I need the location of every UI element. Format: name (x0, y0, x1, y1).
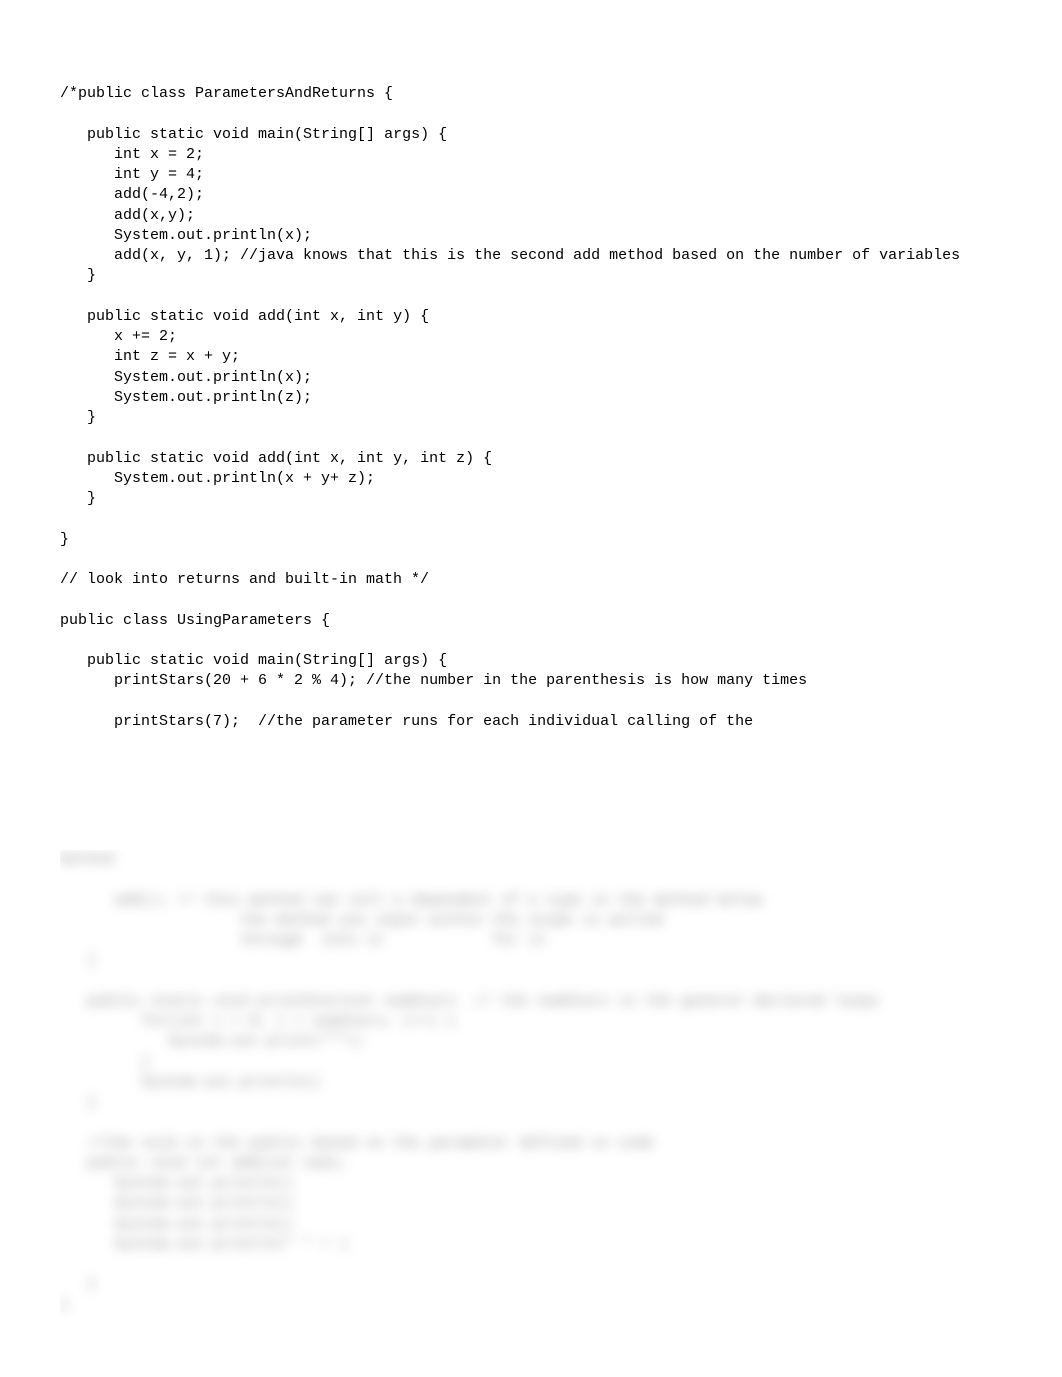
code-block-visible: /*public class ParametersAndReturns { pu… (60, 84, 1002, 732)
code-block-blurred: method add(); // this method can call a … (60, 850, 922, 1316)
blurred-code-region: method add(); // this method can call a … (60, 850, 922, 1317)
